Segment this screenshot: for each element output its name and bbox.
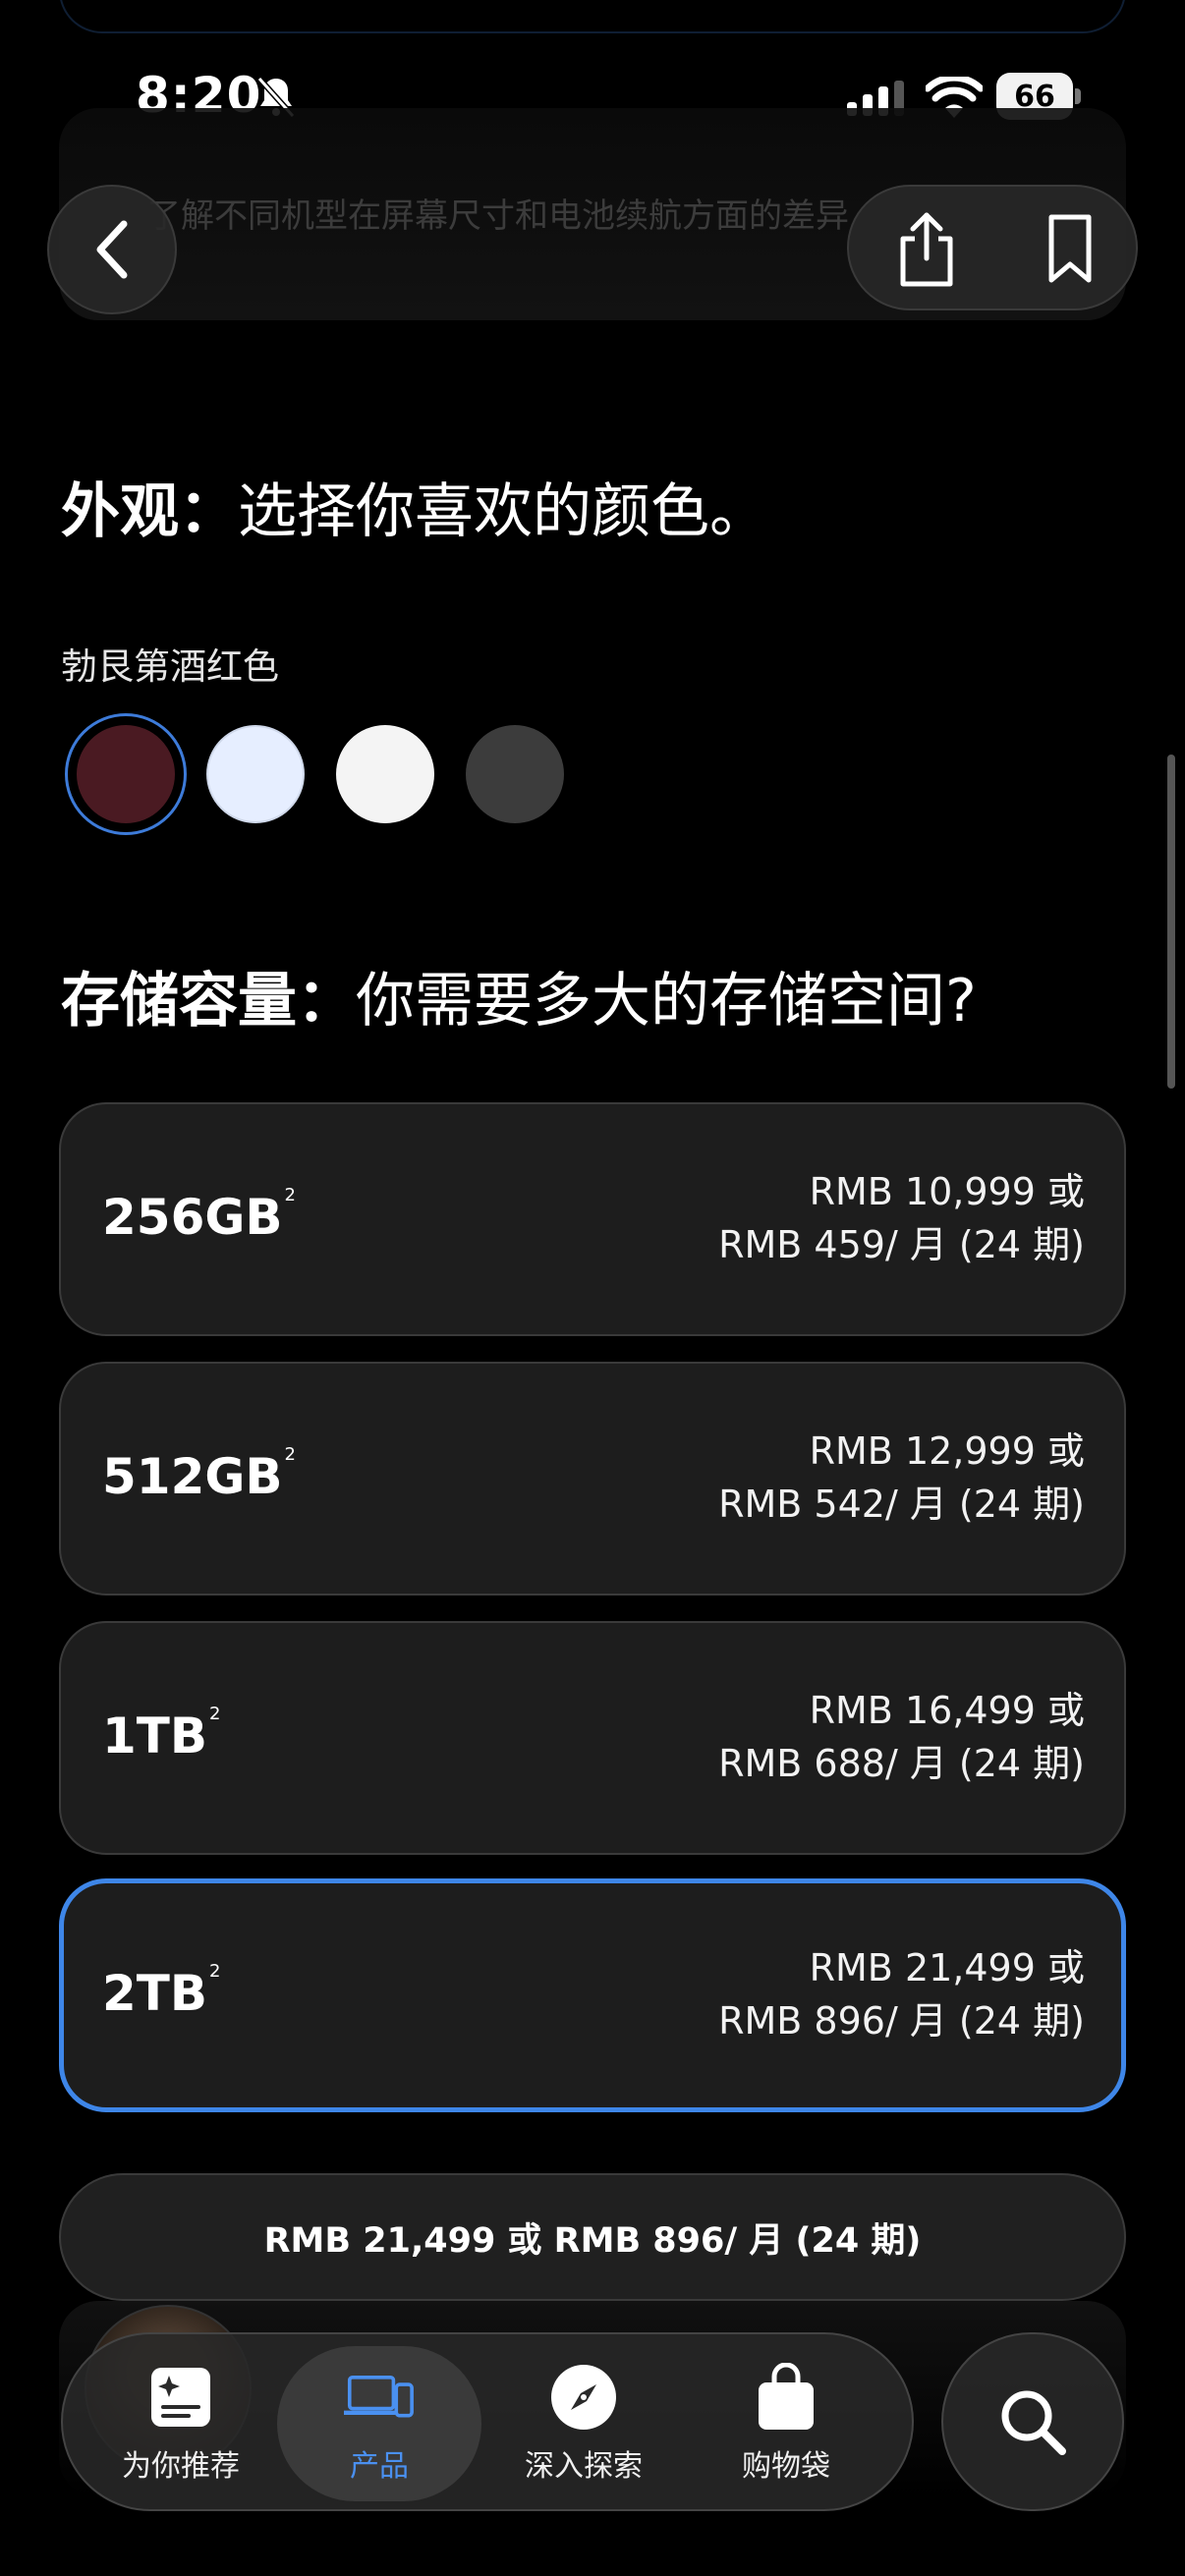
capacity-label: 2TB [102,1965,208,2022]
nav-faded-text: 了解不同机型在屏幕尺寸和电池续航方面的差异 [147,196,849,236]
price-monthly: RMB 688/ 月 (24 期) [718,1742,1085,1785]
swatch-white[interactable] [336,725,434,823]
capacity-label: 1TB [102,1708,208,1764]
tab-label: 为你推荐 [122,2449,240,2484]
price-summary-bar[interactable]: RMB 21,499 或 RMB 896/ 月 (24 期) [59,2173,1126,2301]
tab-bag[interactable]: 购物袋 [684,2334,888,2513]
storage-capacity: 512GB 2 [102,1444,296,1505]
storage-price: RMB 10,999 或 RMB 459/ 月 (24 期) [718,1165,1085,1271]
footnote-marker: 2 [284,1444,296,1465]
price-full: RMB 16,499 或 [809,1689,1085,1732]
appearance-title-rest: 选择你喜欢的颜色。 [238,477,768,546]
storage-price: RMB 21,499 或 RMB 896/ 月 (24 期) [718,1941,1085,2047]
search-icon [1001,2390,1066,2455]
footnote-marker: 2 [209,1704,221,1724]
appearance-title-bold: 外观： [61,477,238,546]
storage-title: 存储容量：你需要多大的存储空间? [61,953,977,1038]
devices-icon [344,2363,415,2432]
tab-bar: 为你推荐 产品 深入探索 购物袋 [61,2332,914,2511]
scroll-indicator[interactable] [1167,755,1175,1089]
search-button[interactable] [941,2332,1124,2511]
swatch-mist-blue[interactable] [206,725,305,823]
price-full: RMB 10,999 或 [809,1170,1085,1213]
bookmark-icon [1048,214,1092,283]
action-pill [847,185,1138,310]
capacity-label: 256GB [102,1189,283,1246]
price-monthly: RMB 896/ 月 (24 期) [718,1999,1085,2043]
bookmark-button[interactable] [1026,204,1114,293]
capacity-label: 512GB [102,1448,283,1505]
tab-explore[interactable]: 深入探索 [481,2334,686,2513]
storage-title-rest: 你需要多大的存储空间? [356,967,977,1036]
price-full: RMB 12,999 或 [809,1429,1085,1473]
tab-for-you[interactable]: 为你推荐 [79,2334,283,2513]
storage-capacity: 2TB 2 [102,1961,220,2022]
for-you-icon [145,2363,216,2432]
shopping-bag-icon [751,2363,821,2432]
price-summary: RMB 21,499 或 RMB 896/ 月 (24 期) [263,2220,922,2261]
footnote-marker: 2 [209,1961,221,1982]
storage-capacity: 1TB 2 [102,1704,220,1764]
storage-option-512gb[interactable]: 512GB 2 RMB 12,999 或 RMB 542/ 月 (24 期) [59,1362,1126,1596]
tab-label: 深入探索 [525,2449,643,2484]
storage-price: RMB 16,499 或 RMB 688/ 月 (24 期) [718,1684,1085,1790]
page: 8:20 66 了解不同机型在屏幕尺寸和电池续航方面的差异 外观：选择你喜欢的颜… [0,0,1185,2576]
price-monthly: RMB 459/ 月 (24 期) [718,1223,1085,1266]
tab-label: 产品 [350,2449,409,2484]
storage-title-bold: 存储容量： [61,967,356,1036]
tab-label: 购物袋 [742,2449,830,2484]
share-button[interactable] [882,204,971,293]
previous-card-edge [59,0,1126,33]
storage-capacity: 256GB 2 [102,1185,296,1246]
swatch-graphite[interactable] [466,725,564,823]
storage-option-1tb[interactable]: 1TB 2 RMB 16,499 或 RMB 688/ 月 (24 期) [59,1621,1126,1855]
back-button[interactable] [47,185,177,314]
appearance-title: 外观：选择你喜欢的颜色。 [61,464,768,549]
footnote-marker: 2 [284,1185,296,1205]
battery-nub [1075,88,1081,104]
storage-option-2tb[interactable]: 2TB 2 RMB 21,499 或 RMB 896/ 月 (24 期) [59,1878,1126,2112]
storage-price: RMB 12,999 或 RMB 542/ 月 (24 期) [718,1425,1085,1531]
compass-icon [548,2363,619,2432]
price-full: RMB 21,499 或 [809,1946,1085,1989]
selected-color-name: 勃艮第酒红色 [61,645,279,688]
price-monthly: RMB 542/ 月 (24 期) [718,1483,1085,1526]
tab-products[interactable]: 产品 [277,2346,481,2501]
swatch-burgundy[interactable] [65,713,187,835]
storage-option-256gb[interactable]: 256GB 2 RMB 10,999 或 RMB 459/ 月 (24 期) [59,1102,1126,1336]
share-icon [900,212,953,287]
chevron-left-icon [96,220,128,279]
swatch-burgundy-dot [77,725,175,823]
